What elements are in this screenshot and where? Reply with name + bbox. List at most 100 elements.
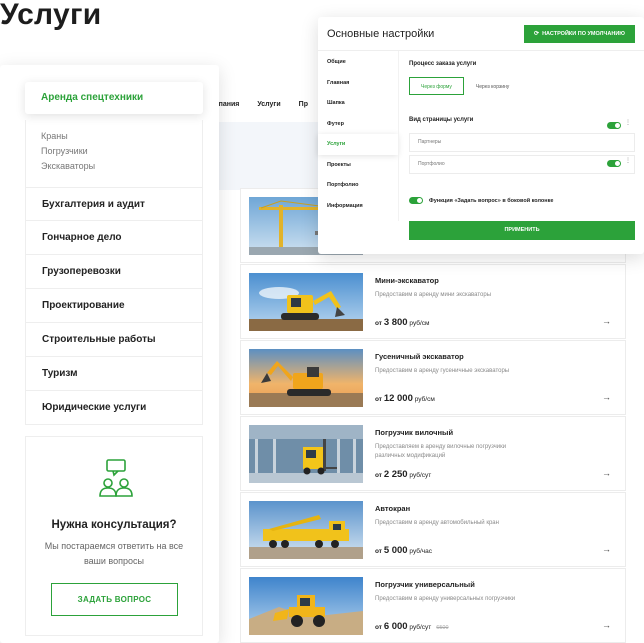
price-prefix: от	[375, 396, 382, 403]
sidebar-item-design[interactable]: Проектирование	[25, 289, 203, 323]
site-navigation: Компания Услуги Пр	[205, 92, 308, 116]
price-unit: руб/см	[414, 396, 435, 403]
sidebar-item-legal[interactable]: Юридические услуги	[25, 391, 203, 425]
price-unit: руб/см	[409, 320, 430, 327]
page-view-label: Вид страницы услуги	[409, 117, 474, 123]
order-option-cart[interactable]: Через корзину	[464, 77, 521, 95]
product-title[interactable]: Мини-экскаватор	[375, 276, 439, 285]
apply-button[interactable]: ПРИМЕНИТЬ	[409, 221, 635, 240]
page-row-portfolio: Портфолио	[409, 155, 635, 174]
settings-nav-item[interactable]: Футер	[318, 114, 398, 135]
price-prefix: от	[375, 472, 382, 479]
product-image[interactable]	[249, 425, 363, 483]
settings-nav-divider	[398, 51, 399, 221]
product-list: Мини-экскаватор Предоставим в аренду мини…	[240, 188, 626, 643]
settings-nav-item[interactable]: Шапка	[318, 93, 398, 114]
sidebar-subitem-cranes[interactable]: Краны	[41, 129, 95, 144]
settings-nav-item[interactable]: Общие	[318, 52, 398, 73]
product-image[interactable]	[249, 349, 363, 407]
services-sidebar: Аренда спецтехники Краны Погрузчики Экск…	[0, 65, 219, 643]
product-price: от 5 000 руб/час	[375, 545, 437, 556]
price-old: 6500	[436, 625, 449, 631]
settings-divider	[318, 50, 644, 51]
arrow-right-icon[interactable]: →	[602, 544, 611, 554]
price-unit: руб/сут	[409, 624, 432, 631]
settings-panel: Основные настройки ⟳ НАСТРОЙКИ ПО УМОЛЧАН…	[318, 17, 644, 254]
ask-question-function-label: Функция «Задать вопрос» в боковой колонк…	[429, 197, 554, 204]
sidebar-subitem-loaders[interactable]: Погрузчики	[41, 144, 95, 159]
product-price: от 12 000 руб/см	[375, 393, 440, 404]
ask-question-function-row: Функция «Задать вопрос» в боковой колонк…	[409, 197, 553, 204]
order-option-form[interactable]: Через форму	[409, 77, 464, 95]
product-image[interactable]	[249, 273, 363, 331]
partners-toggle[interactable]	[607, 122, 621, 129]
default-settings-label: НАСТРОЙКИ ПО УМОЛЧАНИЮ	[542, 31, 625, 37]
product-card[interactable]: Погрузчик вилочный Предоставляем в аренду…	[240, 416, 626, 491]
product-card[interactable]: Погрузчик универсальный Предоставим в аре…	[240, 568, 626, 643]
portfolio-toggle[interactable]	[607, 160, 621, 167]
price-prefix: от	[375, 624, 382, 631]
default-settings-button[interactable]: ⟳ НАСТРОЙКИ ПО УМОЛЧАНИЮ	[524, 25, 635, 43]
sidebar-subitems: Краны Погрузчики Экскаваторы	[41, 129, 95, 174]
partners-drag-handle-icon[interactable]: ⋮	[625, 119, 631, 126]
price-prefix: от	[375, 320, 382, 327]
price-amount: 5 000	[383, 545, 408, 556]
product-title[interactable]: Гусеничный экскаватор	[375, 352, 464, 361]
product-card[interactable]: Гусеничный экскаватор Предоставим в аренд…	[240, 340, 626, 415]
settings-nav-item[interactable]: Главная	[318, 73, 398, 94]
arrow-right-icon[interactable]: →	[602, 316, 611, 326]
product-description: Предоставим в аренду универсальных погру…	[375, 596, 516, 602]
sidebar-subitem-excavators[interactable]: Экскаваторы	[41, 159, 95, 174]
consultation-title: Нужна консультация?	[51, 519, 177, 531]
product-image[interactable]	[249, 577, 363, 635]
product-title[interactable]: Погрузчик универсальный	[375, 580, 475, 589]
sidebar-active-label: Аренда спецтехники	[41, 92, 144, 103]
settings-nav: Общие Главная Шапка Футер Услуги Проекты Портф…	[318, 52, 398, 216]
price-amount: 6 000	[383, 621, 408, 632]
consultation-icon	[99, 459, 133, 497]
settings-nav-item[interactable]: Портфолио	[318, 175, 398, 196]
price-unit: руб/час	[409, 548, 433, 555]
sidebar-item-accounting[interactable]: Бухгалтерия и аудит	[25, 187, 203, 221]
product-title[interactable]: Погрузчик вилочный	[375, 428, 453, 437]
settings-nav-item[interactable]: Информация	[318, 196, 398, 217]
sidebar-item-equipment-rental[interactable]: Аренда спецтехники	[25, 82, 203, 114]
settings-nav-item[interactable]: Услуги	[318, 134, 398, 155]
price-amount: 2 250	[383, 469, 408, 480]
arrow-right-icon[interactable]: →	[602, 468, 611, 478]
sidebar-item-tourism[interactable]: Туризм	[25, 357, 203, 391]
order-process-label: Процесс заказа услуги	[409, 61, 477, 67]
arrow-right-icon[interactable]: →	[602, 392, 611, 402]
site-nav-item-projects[interactable]: Пр	[299, 101, 308, 108]
sidebar-item-freight[interactable]: Грузоперевозки	[25, 255, 203, 289]
product-image[interactable]	[249, 501, 363, 559]
ask-question-toggle[interactable]	[409, 197, 423, 204]
product-description: Предоставляем в аренду вилочные погрузчи…	[375, 444, 507, 459]
page-row-partners-label: Партнеры	[418, 139, 442, 145]
product-price: от 6 000 руб/сут 6500	[375, 621, 449, 632]
sidebar-list: Бухгалтерия и аудит Гончарное дело Грузо…	[25, 187, 203, 425]
product-description: Предоставим в аренду автомобильный кран	[375, 520, 499, 526]
product-title[interactable]: Автокран	[375, 504, 410, 513]
product-price: от 3 800 руб/см	[375, 317, 435, 328]
price-amount: 12 000	[383, 393, 413, 404]
product-price: от 2 250 руб/сут	[375, 469, 436, 480]
consultation-box: Нужна консультация? Мы постараемся ответ…	[25, 436, 203, 636]
sidebar-item-pottery[interactable]: Гончарное дело	[25, 221, 203, 255]
product-description: Предоставим в аренду гусеничные экскават…	[375, 368, 510, 374]
portfolio-drag-handle-icon[interactable]: ⋮	[625, 157, 631, 164]
product-description: Предоставим в аренду мини экскаваторы	[375, 292, 492, 298]
product-card[interactable]: Мини-экскаватор Предоставим в аренду мини…	[240, 264, 626, 339]
price-amount: 3 800	[383, 317, 408, 328]
settings-nav-item[interactable]: Проекты	[318, 155, 398, 176]
sidebar-item-construction[interactable]: Строительные работы	[25, 323, 203, 357]
site-nav-item-services[interactable]: Услуги	[257, 101, 280, 108]
price-unit: руб/сут	[409, 472, 432, 479]
arrow-right-icon[interactable]: →	[602, 620, 611, 630]
page-row-portfolio-label: Портфолио	[418, 161, 445, 167]
settings-title: Основные настройки	[327, 28, 435, 40]
ask-question-button[interactable]: ЗАДАТЬ ВОПРОС	[51, 583, 178, 616]
consultation-text: Мы постараемся ответить на все ваши вопр…	[44, 541, 184, 566]
page-row-partners: Партнеры	[409, 133, 635, 152]
product-card[interactable]: Автокран Предоставим в аренду автомобильн…	[240, 492, 626, 567]
